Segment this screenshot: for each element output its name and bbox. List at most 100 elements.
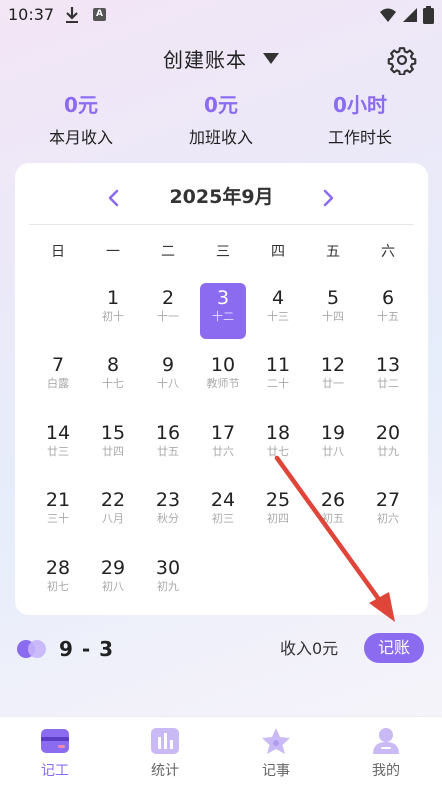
calendar-day[interactable]: 29 初八 xyxy=(90,553,136,609)
day-number: 30 xyxy=(155,557,181,579)
calendar-day[interactable]: 1 初十 xyxy=(90,283,136,339)
stat-work-hours[interactable]: 0小时 工作时长 xyxy=(305,90,415,148)
day-number: 22 xyxy=(100,489,126,511)
weekday-label: 四 xyxy=(271,244,285,260)
day-number: 7 xyxy=(51,354,65,376)
weekday-label: 五 xyxy=(326,244,340,260)
calendar-day[interactable]: 5 十四 xyxy=(310,283,356,339)
calendar-day[interactable]: 7 白露 xyxy=(35,350,81,406)
lunar-date: 初八 xyxy=(102,580,124,593)
calendar-day[interactable]: 8 十七 xyxy=(90,350,136,406)
lunar-date: 初四 xyxy=(267,512,289,525)
weekday-label: 三 xyxy=(216,244,230,260)
weekday-label: 一 xyxy=(106,244,120,260)
calendar-day[interactable]: 10 教师节 xyxy=(200,350,246,406)
calendar-day[interactable]: 14 廿三 xyxy=(35,418,81,474)
status-icons xyxy=(379,6,434,24)
day-number: 20 xyxy=(375,422,401,444)
stat-value: 0元 xyxy=(204,93,238,117)
day-number: 2 xyxy=(161,287,175,309)
lunar-date: 廿三 xyxy=(47,445,69,458)
toggle-dots-icon xyxy=(17,638,51,660)
star-icon xyxy=(262,728,290,754)
account-book-name: 创建账本 xyxy=(163,48,247,72)
calendar-day[interactable]: 16 廿五 xyxy=(145,418,191,474)
calendar-day[interactable]: 13 廿二 xyxy=(365,350,411,406)
status-time: 10:37 xyxy=(8,5,55,24)
calendar-day[interactable]: 21 三十 xyxy=(35,485,81,541)
lunar-date: 八月 xyxy=(102,512,124,525)
lunar-date: 十七 xyxy=(102,377,124,390)
calendar-day[interactable]: 24 初三 xyxy=(200,485,246,541)
lunar-date: 廿七 xyxy=(267,445,289,458)
calendar-divider xyxy=(29,224,414,225)
day-number: 1 xyxy=(106,287,120,309)
lunar-date: 廿六 xyxy=(212,445,234,458)
lunar-date: 初九 xyxy=(157,580,179,593)
status-bar: 10:37 A xyxy=(0,0,442,30)
day-number: 5 xyxy=(326,287,340,309)
notification-a-icon: A xyxy=(93,8,106,21)
month-navigation: 2025年9月 xyxy=(15,183,428,211)
calendar-day[interactable]: 23 秋分 xyxy=(145,485,191,541)
calendar-day[interactable]: 25 初四 xyxy=(255,485,301,541)
day-number: 8 xyxy=(106,354,120,376)
day-number: 21 xyxy=(45,489,71,511)
calendar-day[interactable]: 2 十一 xyxy=(145,283,191,339)
tab-notes[interactable]: 记事 xyxy=(236,727,316,780)
lunar-date: 十三 xyxy=(267,310,289,323)
calendar-day[interactable]: 22 八月 xyxy=(90,485,136,541)
calendar-day[interactable]: 6 十五 xyxy=(365,283,411,339)
tab-label: 记事 xyxy=(262,763,290,779)
record-button[interactable]: 记账 xyxy=(364,633,424,663)
day-number: 17 xyxy=(210,422,236,444)
lunar-date: 初六 xyxy=(377,512,399,525)
day-number: 25 xyxy=(265,489,291,511)
lunar-date: 廿五 xyxy=(157,445,179,458)
lunar-date: 初十 xyxy=(102,310,124,323)
calendar-day[interactable]: 26 初五 xyxy=(310,485,356,541)
wifi-icon xyxy=(380,8,396,22)
prev-month-chevron-icon[interactable] xyxy=(101,185,127,211)
lunar-date: 初七 xyxy=(47,580,69,593)
day-number: 19 xyxy=(320,422,346,444)
selected-date: 9 - 3 xyxy=(17,637,114,661)
tab-record-work[interactable]: 记工 xyxy=(15,727,95,780)
bar-chart-icon xyxy=(151,728,179,754)
day-number: 15 xyxy=(100,422,126,444)
calendar-day[interactable]: 18 廿七 xyxy=(255,418,301,474)
next-month-chevron-icon[interactable] xyxy=(315,185,341,211)
tab-statistics[interactable]: 统计 xyxy=(125,727,205,780)
stat-monthly-income[interactable]: 0元 本月收入 xyxy=(26,90,136,148)
account-book-selector[interactable]: 创建账本 xyxy=(163,44,279,73)
day-number: 18 xyxy=(265,422,291,444)
stat-overtime-income[interactable]: 0元 加班收入 xyxy=(166,90,276,148)
tab-profile[interactable]: 我的 xyxy=(346,727,426,780)
calendar-day[interactable]: 28 初七 xyxy=(35,553,81,609)
lunar-date: 十二 xyxy=(212,310,234,323)
calendar-day[interactable]: 11 二十 xyxy=(255,350,301,406)
stat-value: 0小时 xyxy=(333,93,387,117)
calendar-day[interactable]: 17 廿六 xyxy=(200,418,246,474)
day-number: 26 xyxy=(320,489,346,511)
calendar-day[interactable]: 19 廿八 xyxy=(310,418,356,474)
weekday-label: 六 xyxy=(381,244,395,260)
day-number: 28 xyxy=(45,557,71,579)
day-number: 4 xyxy=(271,287,285,309)
day-number: 11 xyxy=(265,354,291,376)
day-number: 13 xyxy=(375,354,401,376)
stat-label: 本月收入 xyxy=(48,128,113,147)
calendar-day[interactable]: 27 初六 xyxy=(365,485,411,541)
lunar-date: 初三 xyxy=(212,512,234,525)
calendar-day-selected[interactable]: 3 十二 xyxy=(200,283,246,339)
calendar-day[interactable]: 9 十八 xyxy=(145,350,191,406)
day-number: 12 xyxy=(320,354,346,376)
calendar-day[interactable]: 30 初九 xyxy=(145,553,191,609)
day-number: 3 xyxy=(216,287,230,309)
signal-icon xyxy=(403,8,417,22)
calendar-day[interactable]: 4 十三 xyxy=(255,283,301,339)
calendar-day[interactable]: 15 廿四 xyxy=(90,418,136,474)
calendar-day[interactable]: 20 廿九 xyxy=(365,418,411,474)
calendar-day[interactable]: 12 廿一 xyxy=(310,350,356,406)
settings-gear-icon[interactable] xyxy=(387,45,417,75)
